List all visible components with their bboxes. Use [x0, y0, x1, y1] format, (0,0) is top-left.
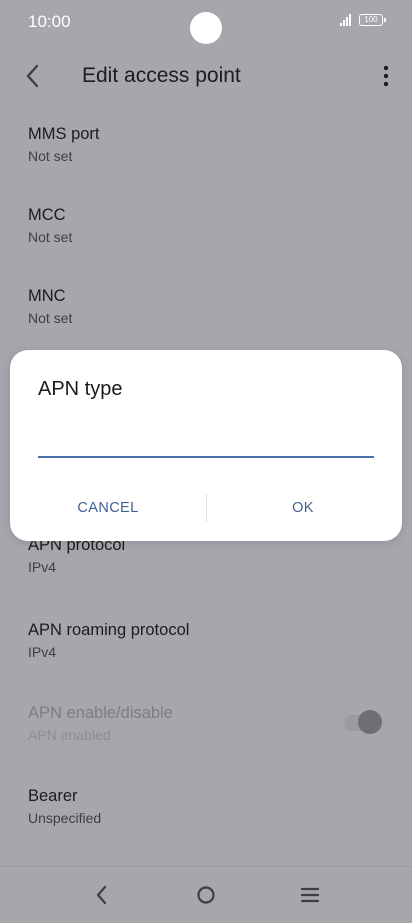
- setting-apn-protocol[interactable]: APN protocol IPv4: [28, 535, 384, 576]
- setting-summary: IPv4: [28, 559, 57, 575]
- signal-icon: [340, 14, 354, 26]
- setting-summary: Not set: [28, 310, 73, 326]
- page-title: Edit access point: [82, 64, 241, 87]
- nav-back-icon[interactable]: [82, 875, 122, 915]
- setting-title: APN roaming protocol: [28, 621, 190, 639]
- setting-apn-enable-disable: APN enable/disable APN enabled: [28, 703, 384, 744]
- setting-apn-roaming-protocol[interactable]: APN roaming protocol IPv4: [28, 620, 384, 661]
- app-bar: Edit access point: [0, 52, 412, 100]
- setting-mnc[interactable]: MNC Not set: [28, 286, 384, 327]
- setting-summary: Unspecified: [28, 810, 102, 826]
- status-bar: 10:00 100: [0, 0, 412, 44]
- setting-summary: Not set: [28, 148, 73, 164]
- apn-type-dialog: APN type CANCEL OK: [10, 350, 402, 541]
- status-time: 10:00: [28, 12, 71, 31]
- setting-title: MNC: [28, 287, 66, 305]
- setting-title: MMS port: [28, 125, 100, 143]
- dialog-button-divider: [206, 494, 207, 522]
- more-options-icon[interactable]: [374, 64, 398, 88]
- setting-title: MCC: [28, 206, 66, 224]
- setting-summary: IPv4: [28, 644, 57, 660]
- nav-home-icon[interactable]: [186, 875, 226, 915]
- toggle-thumb: [358, 710, 382, 734]
- setting-mcc[interactable]: MCC Not set: [28, 205, 384, 246]
- battery-level: 100: [364, 15, 378, 24]
- setting-summary: Not set: [28, 229, 73, 245]
- setting-title: APN enable/disable: [28, 704, 173, 722]
- navigation-bar: [0, 866, 412, 923]
- setting-summary: APN enabled: [28, 727, 111, 743]
- back-arrow-icon[interactable]: [20, 62, 48, 90]
- edit-access-point-screen: 10:00 100 Edit access point MMS port Not…: [0, 0, 412, 922]
- setting-mms-port[interactable]: MMS port Not set: [28, 124, 384, 165]
- battery-icon: 100: [359, 14, 386, 26]
- nav-recents-icon[interactable]: [290, 875, 330, 915]
- dialog-title: APN type: [38, 378, 123, 400]
- front-camera-cutout: [190, 12, 222, 44]
- setting-title: Bearer: [28, 787, 78, 805]
- cancel-button[interactable]: CANCEL: [28, 486, 188, 530]
- ok-button[interactable]: OK: [223, 486, 383, 530]
- setting-bearer[interactable]: Bearer Unspecified: [28, 786, 384, 827]
- apn-enable-toggle: [344, 710, 382, 736]
- apn-type-input[interactable]: [38, 430, 374, 458]
